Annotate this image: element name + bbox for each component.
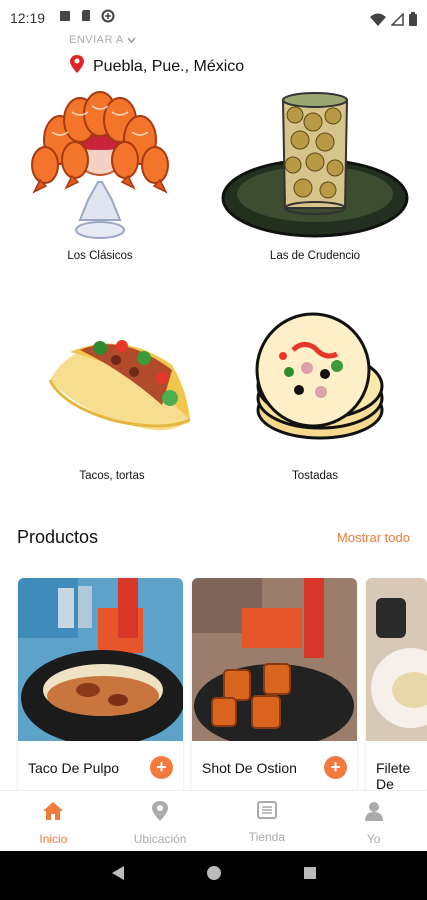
home-circle-icon[interactable] xyxy=(206,865,222,886)
show-all-link[interactable]: Mostrar todo xyxy=(337,530,410,545)
status-icons xyxy=(370,11,417,31)
notification-square-icon xyxy=(59,9,71,27)
shrimp-cocktail-icon xyxy=(0,80,200,250)
nav-item-yo[interactable]: Yo xyxy=(320,791,427,851)
add-to-cart-button[interactable]: + xyxy=(324,756,347,779)
android-system-nav xyxy=(0,851,427,900)
nav-item-ubicacion[interactable]: Ubicación xyxy=(107,791,214,851)
nav-label: Yo xyxy=(366,832,381,846)
category-las-de-crudencio[interactable]: Las de Crudencio xyxy=(215,80,415,262)
category-label: Tacos, tortas xyxy=(79,470,145,482)
category-tacos-tortas[interactable]: Tacos, tortas xyxy=(12,310,212,482)
category-tostadas[interactable]: Tostadas xyxy=(215,310,415,482)
map-pin-icon xyxy=(70,55,84,78)
category-label: Las de Crudencio xyxy=(269,250,361,262)
tostada-icon xyxy=(215,310,415,470)
product-photo-filete-de-pescado xyxy=(366,578,427,741)
location-display[interactable]: Puebla, Pue., México xyxy=(70,55,244,78)
bottom-nav: Inicio Ubicación Tienda Yo xyxy=(0,790,427,851)
product-card[interactable]: Shot De Ostion + xyxy=(192,578,357,793)
back-icon[interactable] xyxy=(111,865,125,886)
wifi-icon xyxy=(370,13,386,31)
status-bar: 12:19 xyxy=(0,0,427,36)
product-name: Taco De Pulpo xyxy=(28,760,120,776)
category-label: Los Clásicos xyxy=(67,250,133,262)
products-section-title: Productos xyxy=(17,527,99,547)
location-pin-icon xyxy=(152,801,169,826)
nav-item-tienda[interactable]: Tienda xyxy=(214,791,321,851)
product-card[interactable]: Taco De Pulpo + xyxy=(18,578,183,793)
deliver-to-selector[interactable]: ENVIAR A xyxy=(69,34,136,46)
status-time: 12:19 xyxy=(10,10,46,26)
signal-icon xyxy=(390,11,404,31)
nav-label: Tienda xyxy=(248,830,285,844)
product-name: Filete De Pescado xyxy=(376,760,427,793)
location-text: Puebla, Pue., México xyxy=(93,57,245,75)
category-label: Tostadas xyxy=(291,470,339,482)
sim-card-icon xyxy=(80,9,92,27)
product-name: Shot De Ostion xyxy=(202,760,297,776)
chevron-down-icon xyxy=(127,34,136,46)
oyster-glass-icon xyxy=(215,80,415,250)
recents-square-icon[interactable] xyxy=(303,866,317,885)
data-saver-icon xyxy=(101,9,115,28)
home-icon xyxy=(42,801,64,826)
product-photo-shot-de-ostion xyxy=(192,578,357,741)
deliver-to-label: ENVIAR A xyxy=(69,34,124,46)
store-list-icon xyxy=(256,801,277,824)
add-to-cart-button[interactable]: + xyxy=(150,756,173,779)
category-los-clasicos[interactable]: Los Clásicos xyxy=(0,80,200,262)
taco-icon xyxy=(12,310,212,470)
product-card[interactable]: Filete De Pescado xyxy=(366,578,427,793)
user-icon xyxy=(364,801,383,826)
battery-icon xyxy=(409,12,417,31)
product-photo-taco-de-pulpo xyxy=(18,578,183,741)
nav-item-inicio[interactable]: Inicio xyxy=(0,791,107,851)
nav-label: Inicio xyxy=(39,832,68,846)
nav-label: Ubicación xyxy=(133,832,187,846)
